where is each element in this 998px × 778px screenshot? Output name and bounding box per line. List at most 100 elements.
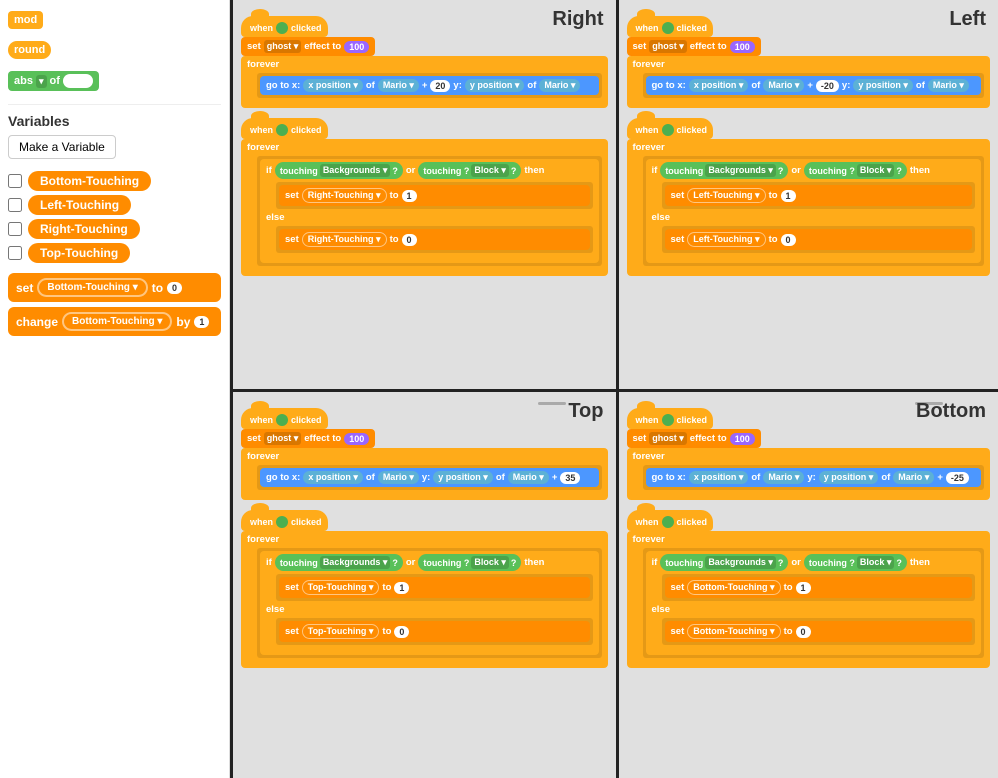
flag-icon-l2 <box>662 124 674 136</box>
abs-row: abs ▾ of <box>8 71 221 91</box>
left-group2: when clicked forever if touching Backgro… <box>627 118 991 276</box>
right-if-block: if touching Backgrounds ▾ ? or touching … <box>260 159 599 263</box>
left-forever1: forever go to x: x position ▾ of Mario ▾… <box>627 56 991 108</box>
var-item-bottom-touching: Bottom-Touching <box>8 171 221 191</box>
flag-icon-b1 <box>662 414 674 426</box>
quadrant-right: Right when clicked set ghost ▾ effect to… <box>233 0 616 389</box>
right-group2: when clicked forever if touching Backgro… <box>241 118 608 276</box>
left-touching-label[interactable]: Left-Touching <box>28 195 131 215</box>
left-touching-checkbox[interactable] <box>8 198 22 212</box>
right-hat1[interactable]: when clicked <box>241 16 328 37</box>
top-set-true: set Top-Touching ▾ to 1 <box>279 577 590 598</box>
bottom-set-true: set Bottom-Touching ▾ to 1 <box>665 577 973 598</box>
ghost-dd[interactable]: ghost ▾ <box>264 40 302 53</box>
bottom-label: Bottom <box>916 400 986 423</box>
left-hat1[interactable]: when clicked <box>627 16 714 37</box>
flag-icon-t2 <box>276 516 288 528</box>
right-hat1-clicked: clicked <box>291 23 322 33</box>
right-forever1: forever go to x: x position ▾ of Mario ▾… <box>241 56 608 108</box>
left-set-true: set Left-Touching ▾ to 1 <box>665 185 973 206</box>
of-label: of <box>50 75 60 87</box>
top-minimize-bar[interactable] <box>538 402 566 405</box>
bottom-forever1: forever go to x: x position ▾ of Mario ▾… <box>627 448 991 500</box>
round-row: round <box>8 41 221 59</box>
change-value[interactable]: 1 <box>194 316 209 328</box>
left-label: Left <box>949 8 986 31</box>
top-set-false: set Top-Touching ▾ to 0 <box>279 621 590 642</box>
change-var-dropdown[interactable]: Bottom-Touching ▾ <box>62 312 172 331</box>
right-label: Right <box>552 8 603 31</box>
set-bottom-touching-block: set Bottom-Touching ▾ to 0 <box>8 273 221 302</box>
round-block[interactable]: round <box>8 41 51 59</box>
bottom-hat1[interactable]: when clicked <box>627 408 714 429</box>
right-forever2: forever if touching Backgrounds ▾ ? or t… <box>241 139 608 276</box>
left-hat2[interactable]: when clicked <box>627 118 714 139</box>
mod-label: mod <box>14 14 37 26</box>
top-forever1: forever go to x: x position ▾ of Mario ▾… <box>241 448 608 500</box>
top-group2: when clicked forever if touching Backgro… <box>241 510 608 668</box>
variables-section: Variables Make a Variable Bottom-Touchin… <box>8 104 221 336</box>
quadrant-bottom: Bottom when clicked set ghost ▾ effect t… <box>616 389 998 778</box>
variables-title: Variables <box>8 113 221 129</box>
left-set-false: set Left-Touching ▾ to 0 <box>665 229 973 250</box>
top-forever2: forever if touching Backgrounds ▾ ? or t… <box>241 531 608 668</box>
change-bottom-touching-block: change Bottom-Touching ▾ by 1 <box>8 307 221 336</box>
bottom-touching-label[interactable]: Bottom-Touching <box>28 171 151 191</box>
quadrant-top: Top when clicked set ghost ▾ effect to 1… <box>233 389 616 778</box>
abs-dropdown[interactable]: ▾ <box>36 75 47 88</box>
top-touching-checkbox[interactable] <box>8 246 22 260</box>
top-group1: when clicked set ghost ▾ effect to 100 f… <box>241 408 608 500</box>
bottom-touching-checkbox[interactable] <box>8 174 22 188</box>
right-touching-label[interactable]: Right-Touching <box>28 219 140 239</box>
sidebar: mod round abs ▾ of Variables <box>0 0 230 778</box>
right-touching-checkbox[interactable] <box>8 222 22 236</box>
bottom-offset[interactable]: -25 <box>946 472 969 484</box>
to-label: to <box>152 281 163 295</box>
bottom-group2: when clicked forever if touching Backgro… <box>627 510 991 668</box>
top-offset[interactable]: 35 <box>560 472 580 484</box>
bottom-set-false: set Bottom-Touching ▾ to 0 <box>665 621 973 642</box>
right-offset[interactable]: 20 <box>430 80 450 92</box>
quadrant-left: Left when clicked set ghost ▾ effect to … <box>616 0 998 389</box>
var-item-right-touching: Right-Touching <box>8 219 221 239</box>
sidebar-top: mod round abs ▾ of <box>8 8 221 94</box>
left-forever2: forever if touching Backgrounds ▾ ? or t… <box>627 139 991 276</box>
var-item-left-touching: Left-Touching <box>8 195 221 215</box>
flag-icon-b2 <box>662 516 674 528</box>
set-var-dropdown[interactable]: Bottom-Touching ▾ <box>37 278 147 297</box>
top-hat2[interactable]: when clicked <box>241 510 328 531</box>
right-set-false: set Right-Touching ▾ to 0 <box>279 229 590 250</box>
mod-row: mod <box>8 11 221 29</box>
top-hat1[interactable]: when clicked <box>241 408 328 429</box>
make-variable-button[interactable]: Make a Variable <box>8 135 116 159</box>
flag-icon-r2 <box>276 124 288 136</box>
set-value[interactable]: 0 <box>167 282 182 294</box>
bottom-set-ghost: set ghost ▾ effect to 100 <box>627 429 761 448</box>
main-container: mod round abs ▾ of Variables <box>0 0 998 778</box>
flag-icon-t1 <box>276 414 288 426</box>
var-item-top-touching: Top-Touching <box>8 243 221 263</box>
bottom-hat2[interactable]: when clicked <box>627 510 714 531</box>
abs-input[interactable] <box>63 74 93 88</box>
bottom-forever2: forever if touching Backgrounds ▾ ? or t… <box>627 531 991 668</box>
right-hat2[interactable]: when clicked <box>241 118 328 139</box>
flag-icon-r1 <box>276 22 288 34</box>
right-touching-bg: touching Backgrounds ▾ ? <box>275 162 403 179</box>
quadrants-grid: Right when clicked set ghost ▾ effect to… <box>230 0 998 778</box>
top-touching-label[interactable]: Top-Touching <box>28 243 130 263</box>
ghost-value: 100 <box>344 41 369 53</box>
top-if-block: if touching Backgrounds ▾ ? or touching … <box>260 551 599 655</box>
right-set-true: set Right-Touching ▾ to 1 <box>279 185 590 206</box>
flag-icon-l1 <box>662 22 674 34</box>
abs-block[interactable]: abs ▾ of <box>8 71 99 91</box>
right-hat1-text: when <box>250 23 273 33</box>
set-label: set <box>16 281 33 295</box>
left-offset[interactable]: -20 <box>816 80 839 92</box>
left-if-block: if touching Backgrounds ▾ ? or touching … <box>646 159 982 263</box>
round-label: round <box>14 44 45 56</box>
bottom-if-block: if touching Backgrounds ▾ ? or touching … <box>646 551 982 655</box>
top-label: Top <box>568 400 603 423</box>
right-touching-block: touching ? Block ▾ ? <box>418 162 521 179</box>
mod-block[interactable]: mod <box>8 11 43 29</box>
bottom-goto: go to x: x position ▾ of Mario ▾ y: y po… <box>646 468 982 487</box>
